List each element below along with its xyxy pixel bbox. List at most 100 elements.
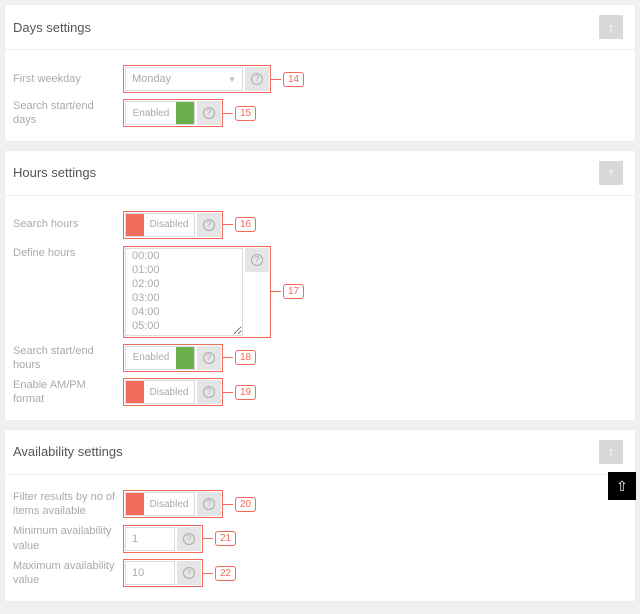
filter-row: Filter results by no of items available …: [5, 487, 635, 522]
hours-option[interactable]: 05:00: [126, 319, 242, 333]
first-weekday-label: First weekday: [13, 72, 123, 86]
search-hours-toggle-text: Disabled: [144, 214, 194, 236]
callout-14: 14: [283, 72, 304, 87]
toggle-knob: [126, 493, 144, 515]
max-avail-outline: 10 ?: [123, 559, 203, 587]
hours-collapse-button[interactable]: ↑: [599, 161, 623, 185]
scroll-to-top-button[interactable]: ⇧: [608, 472, 636, 500]
connector: [223, 224, 233, 225]
ampm-help-button[interactable]: ?: [197, 380, 221, 404]
hours-option[interactable]: 03:00: [126, 291, 242, 305]
max-avail-control: 10 ? 22: [123, 559, 236, 587]
connector: [223, 392, 233, 393]
ampm-control: Disabled ? 19: [123, 378, 256, 406]
availability-collapse-button[interactable]: ↑: [599, 440, 623, 464]
max-avail-input[interactable]: 10: [125, 561, 175, 585]
hours-option[interactable]: 04:00: [126, 305, 242, 319]
days-title: Days settings: [13, 20, 91, 35]
connector: [203, 573, 213, 574]
availability-title: Availability settings: [13, 444, 123, 459]
days-settings-panel: Days settings ↑ First weekday Monday ▼ ?…: [4, 4, 636, 142]
search-days-toggle[interactable]: Enabled: [125, 101, 195, 125]
connector: [223, 357, 233, 358]
arrow-up-icon: ↑: [608, 444, 615, 459]
availability-settings-panel: Availability settings ↑ Filter results b…: [4, 429, 636, 602]
define-hours-label: Define hours: [13, 246, 123, 260]
max-avail-value: 10: [132, 567, 144, 579]
callout-18: 18: [235, 350, 256, 365]
ampm-label: Enable AM/PM format: [13, 378, 123, 407]
max-avail-help-button[interactable]: ?: [177, 561, 201, 585]
first-weekday-select[interactable]: Monday ▼: [125, 67, 243, 91]
filter-toggle-text: Disabled: [144, 493, 194, 515]
search-sehours-toggle[interactable]: Enabled: [125, 346, 195, 370]
search-hours-help-button[interactable]: ?: [197, 213, 221, 237]
define-hours-help-button[interactable]: ?: [245, 248, 269, 272]
toggle-knob: [176, 102, 194, 124]
hours-option[interactable]: 00:00: [126, 249, 242, 263]
filter-toggle[interactable]: Disabled: [125, 492, 195, 516]
search-sehours-outline: Enabled ?: [123, 344, 223, 372]
days-collapse-button[interactable]: ↑: [599, 15, 623, 39]
search-hours-outline: Disabled ?: [123, 211, 223, 239]
help-icon: ?: [203, 498, 215, 510]
help-icon: ?: [203, 352, 215, 364]
define-hours-row: Define hours 00:0001:0002:0003:0004:0005…: [5, 242, 635, 341]
search-hours-toggle[interactable]: Disabled: [125, 213, 195, 237]
ampm-toggle-text: Disabled: [144, 381, 194, 403]
define-hours-outline: 00:0001:0002:0003:0004:0005:00 ?: [123, 246, 271, 338]
callout-21: 21: [215, 531, 236, 546]
connector: [223, 113, 233, 114]
callout-20: 20: [235, 497, 256, 512]
connector: [271, 79, 281, 80]
first-weekday-value: Monday: [132, 73, 171, 85]
callout-16: 16: [235, 217, 256, 232]
connector: [203, 538, 213, 539]
hours-option[interactable]: 01:00: [126, 263, 242, 277]
min-avail-row: Minimum availability value 1 ? 21: [5, 521, 635, 556]
toggle-knob: [176, 347, 194, 369]
help-icon: ?: [183, 567, 195, 579]
search-days-label: Search start/end days: [13, 99, 123, 128]
days-header: Days settings ↑: [5, 5, 635, 50]
callout-19: 19: [235, 385, 256, 400]
max-avail-row: Maximum availability value 10 ? 22: [5, 556, 635, 591]
connector: [271, 291, 281, 292]
search-days-outline: Enabled ?: [123, 99, 223, 127]
min-avail-input[interactable]: 1: [125, 527, 175, 551]
availability-header: Availability settings ↑: [5, 430, 635, 475]
define-hours-control: 00:0001:0002:0003:0004:0005:00 ? 17: [123, 246, 304, 338]
first-weekday-help-button[interactable]: ?: [245, 67, 269, 91]
arrow-up-icon: ↑: [608, 165, 615, 180]
callout-17: 17: [283, 284, 304, 299]
filter-label: Filter results by no of items available: [13, 490, 123, 519]
min-avail-value: 1: [132, 533, 138, 545]
ampm-toggle[interactable]: Disabled: [125, 380, 195, 404]
min-avail-help-button[interactable]: ?: [177, 527, 201, 551]
search-sehours-toggle-text: Enabled: [126, 347, 176, 369]
hours-title: Hours settings: [13, 165, 96, 180]
hours-option[interactable]: 02:00: [126, 277, 242, 291]
ampm-row: Enable AM/PM format Disabled ? 19: [5, 375, 635, 410]
search-sehours-label: Search start/end hours: [13, 344, 123, 373]
first-weekday-row: First weekday Monday ▼ ? 14: [5, 62, 635, 96]
max-avail-label: Maximum availability value: [13, 559, 123, 588]
search-hours-row: Search hours Disabled ? 16: [5, 208, 635, 242]
search-days-help-button[interactable]: ?: [197, 101, 221, 125]
search-sehours-control: Enabled ? 18: [123, 344, 256, 372]
search-sehours-row: Search start/end hours Enabled ? 18: [5, 341, 635, 376]
search-days-toggle-text: Enabled: [126, 102, 176, 124]
help-icon: ?: [203, 107, 215, 119]
define-hours-listbox[interactable]: 00:0001:0002:0003:0004:0005:00: [125, 248, 243, 336]
min-avail-outline: 1 ?: [123, 525, 203, 553]
chevron-down-icon: ▼: [228, 75, 236, 84]
arrow-up-icon: ⇧: [616, 478, 628, 495]
hours-settings-panel: Hours settings ↑ Search hours Disabled ?…: [4, 150, 636, 421]
min-avail-label: Minimum availability value: [13, 524, 123, 553]
filter-help-button[interactable]: ?: [197, 492, 221, 516]
filter-outline: Disabled ?: [123, 490, 223, 518]
filter-control: Disabled ? 20: [123, 490, 256, 518]
min-avail-control: 1 ? 21: [123, 525, 236, 553]
help-icon: ?: [183, 533, 195, 545]
search-sehours-help-button[interactable]: ?: [197, 346, 221, 370]
